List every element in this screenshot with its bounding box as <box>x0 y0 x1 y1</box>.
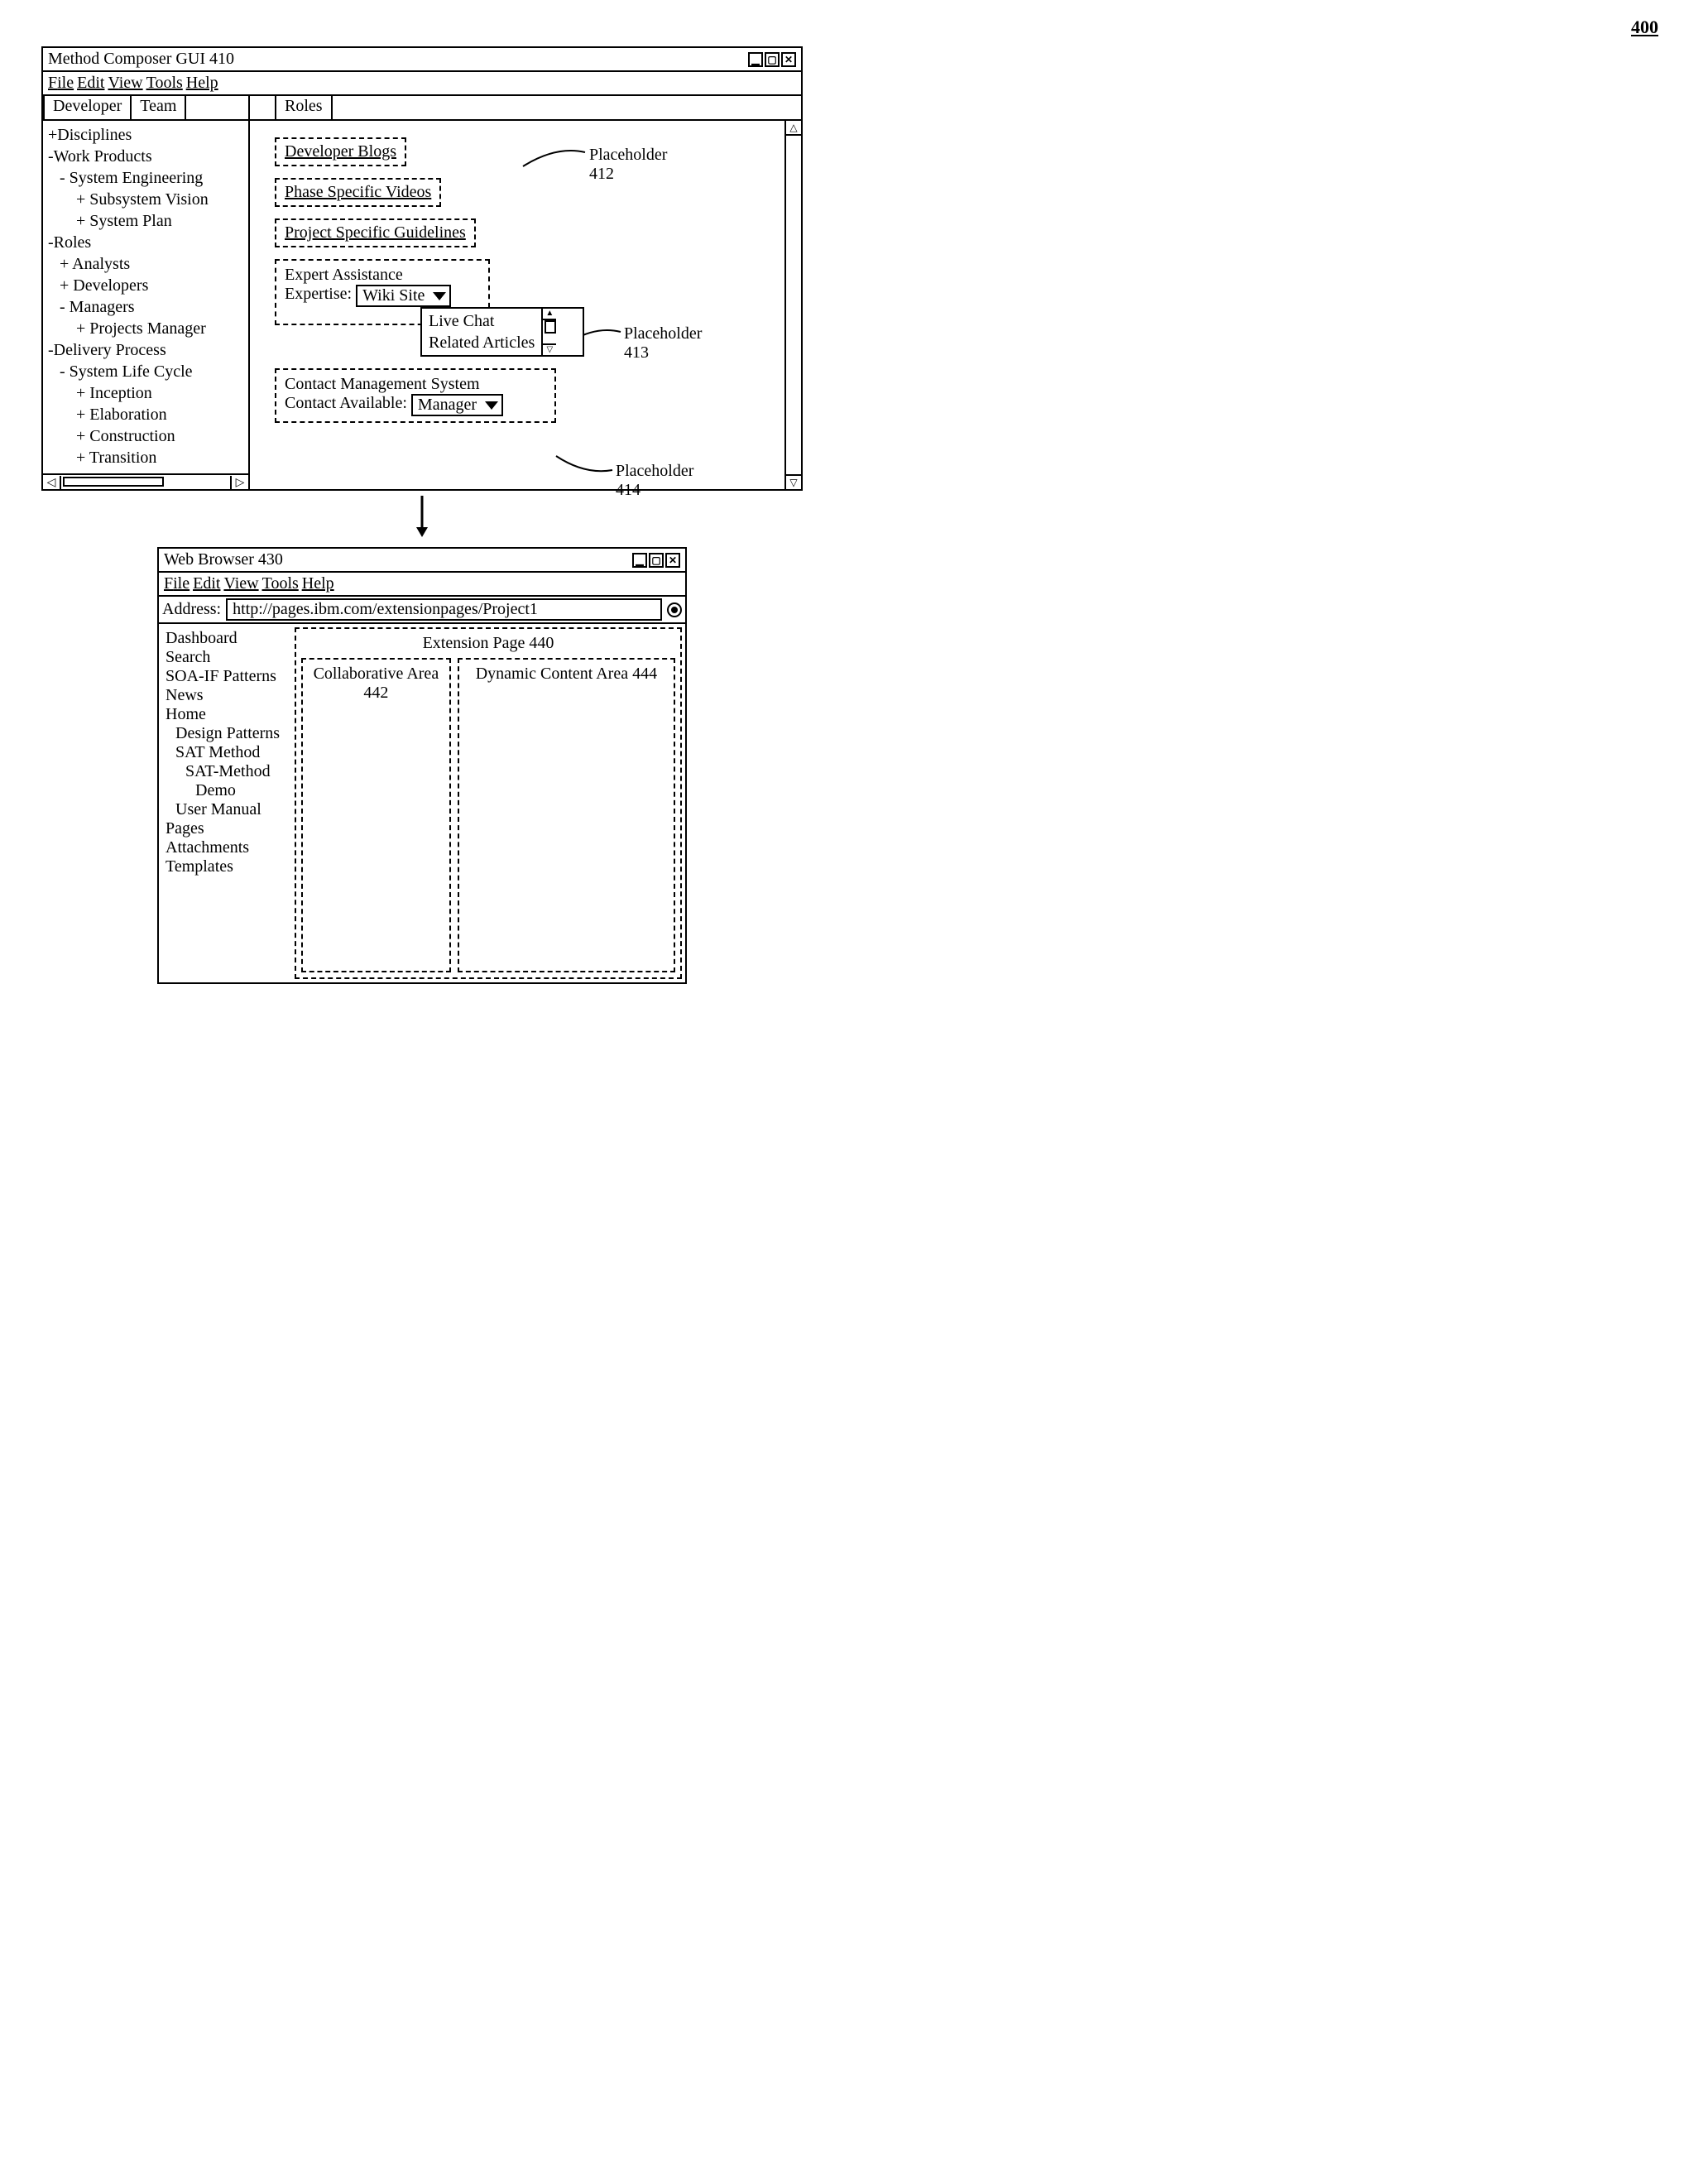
tree-item[interactable]: + Projects Manager <box>48 318 243 339</box>
tree-item[interactable]: - Managers <box>48 296 243 318</box>
nav-item[interactable]: Templates <box>166 857 291 876</box>
tree-item[interactable]: -Work Products <box>48 146 243 167</box>
browser-nav: DashboardSearchSOA-IF PatternsNewsHomeDe… <box>162 627 295 979</box>
nav-item[interactable]: User Manual <box>166 800 291 819</box>
menu-tools[interactable]: Tools <box>262 574 299 593</box>
contact-title: Contact Management System <box>285 375 546 394</box>
composer-title: Method Composer GUI 410 <box>48 50 234 69</box>
nav-item[interactable]: Pages <box>166 819 291 838</box>
scroll-up-icon[interactable]: ▲ <box>543 309 556 320</box>
browser-titlebar: Web Browser 430 ▁ ▢ ✕ <box>159 549 685 573</box>
tree-item[interactable]: + Developers <box>48 275 243 296</box>
address-bar: Address: http://pages.ibm.com/extensionp… <box>159 597 685 624</box>
menu-view[interactable]: View <box>223 574 258 593</box>
menu-help[interactable]: Help <box>186 74 218 93</box>
expert-dropdown[interactable]: Wiki Site <box>356 285 451 307</box>
nav-item[interactable]: Design Patterns <box>166 724 291 743</box>
tree-item[interactable]: - System Life Cycle <box>48 361 243 382</box>
browser-title: Web Browser 430 <box>164 550 283 569</box>
tree-item[interactable]: + Transition <box>48 447 243 468</box>
tree-item[interactable]: + Subsystem Vision <box>48 189 243 210</box>
vertical-scrollbar[interactable]: △ ▽ <box>784 121 801 489</box>
tree-item[interactable]: + Elaboration <box>48 404 243 425</box>
list-item[interactable]: Live Chat <box>429 310 535 332</box>
composer-window: Method Composer GUI 410 ▁ ▢ ✕ File Edit … <box>41 46 803 491</box>
tree-item[interactable]: + Analysts <box>48 253 243 275</box>
tree-item[interactable]: + System Plan <box>48 210 243 232</box>
tree-item[interactable]: + Construction <box>48 425 243 447</box>
scroll-down-icon[interactable]: ▽ <box>786 474 801 489</box>
scroll-left-icon[interactable]: ◁ <box>43 475 60 489</box>
close-icon[interactable]: ✕ <box>665 553 680 568</box>
close-icon[interactable]: ✕ <box>781 52 796 67</box>
expert-listbox[interactable]: Live Chat Related Articles ▲ ▽ <box>420 307 584 357</box>
tree-item[interactable]: +Disciplines <box>48 124 243 146</box>
go-button[interactable] <box>667 602 682 617</box>
composer-titlebar: Method Composer GUI 410 ▁ ▢ ✕ <box>43 48 801 72</box>
tab-team[interactable]: Team <box>130 94 186 119</box>
composer-tree-panel: +Disciplines-Work Products- System Engin… <box>43 121 250 489</box>
tab-roles[interactable]: Roles <box>275 94 333 119</box>
nav-item[interactable]: Dashboard <box>166 629 291 648</box>
chevron-down-icon <box>485 401 498 410</box>
nav-item[interactable]: News <box>166 686 291 705</box>
menu-file[interactable]: File <box>164 574 190 593</box>
menu-view[interactable]: View <box>108 74 142 93</box>
contact-label: Contact Available: <box>285 394 407 412</box>
tabs-row: Developer Team Roles <box>43 96 801 121</box>
figure-number: 400 <box>17 17 1691 38</box>
tree-item[interactable]: - System Engineering <box>48 167 243 189</box>
composer-main-area: Developer Blogs Phase Specific Videos Pr… <box>250 121 784 489</box>
chevron-down-icon <box>433 292 446 300</box>
flow-arrow-icon <box>41 496 803 542</box>
tab-developer[interactable]: Developer <box>43 94 132 119</box>
contact-dropdown[interactable]: Manager <box>411 394 503 416</box>
minimize-icon[interactable]: ▁ <box>748 52 763 67</box>
nav-item[interactable]: SAT-Method <box>166 762 291 781</box>
tree-item[interactable]: + Inception <box>48 382 243 404</box>
menu-edit[interactable]: Edit <box>193 574 220 593</box>
extension-page-title: Extension Page 440 <box>301 634 675 653</box>
placeholder-blogs[interactable]: Developer Blogs <box>275 137 406 166</box>
scroll-down-icon[interactable]: ▽ <box>543 343 556 355</box>
menu-help[interactable]: Help <box>302 574 334 593</box>
tree-item[interactable]: -Delivery Process <box>48 339 243 361</box>
horizontal-scrollbar[interactable]: ◁ ▷ <box>43 473 248 489</box>
composer-menubar: File Edit View Tools Help <box>43 72 801 96</box>
nav-item[interactable]: Home <box>166 705 291 724</box>
placeholder-contact: Contact Management System Contact Availa… <box>275 368 556 423</box>
address-input[interactable]: http://pages.ibm.com/extensionpages/Proj… <box>226 598 662 621</box>
nav-item[interactable]: SAT Method <box>166 743 291 762</box>
browser-window: Web Browser 430 ▁ ▢ ✕ File Edit View Too… <box>157 547 687 984</box>
expert-label: Expertise: <box>285 285 352 303</box>
nav-item[interactable]: Search <box>166 648 291 667</box>
placeholder-videos[interactable]: Phase Specific Videos <box>275 178 441 207</box>
nav-item[interactable]: Demo <box>166 781 291 800</box>
maximize-icon[interactable]: ▢ <box>765 52 780 67</box>
placeholder-guidelines[interactable]: Project Specific Guidelines <box>275 218 476 247</box>
nav-item[interactable]: Attachments <box>166 838 291 857</box>
window-controls: ▁ ▢ ✕ <box>748 52 796 67</box>
maximize-icon[interactable]: ▢ <box>649 553 664 568</box>
tree-item[interactable]: -Roles <box>48 232 243 253</box>
browser-menubar: File Edit View Tools Help <box>159 573 685 597</box>
extension-page: Extension Page 440 Collaborative Area 44… <box>295 627 682 979</box>
window-controls: ▁ ▢ ✕ <box>632 553 680 568</box>
menu-edit[interactable]: Edit <box>77 74 104 93</box>
scroll-right-icon[interactable]: ▷ <box>232 475 248 489</box>
menu-file[interactable]: File <box>48 74 74 93</box>
minimize-icon[interactable]: ▁ <box>632 553 647 568</box>
scroll-up-icon[interactable]: △ <box>786 121 801 136</box>
dynamic-content-area: Dynamic Content Area 444 <box>458 658 675 972</box>
nav-item[interactable]: SOA-IF Patterns <box>166 667 291 686</box>
list-item[interactable]: Related Articles <box>429 332 535 353</box>
address-label: Address: <box>162 600 221 619</box>
collaborative-area: Collaborative Area 442 <box>301 658 451 972</box>
menu-tools[interactable]: Tools <box>146 74 183 93</box>
expert-title: Expert Assistance <box>285 266 480 285</box>
